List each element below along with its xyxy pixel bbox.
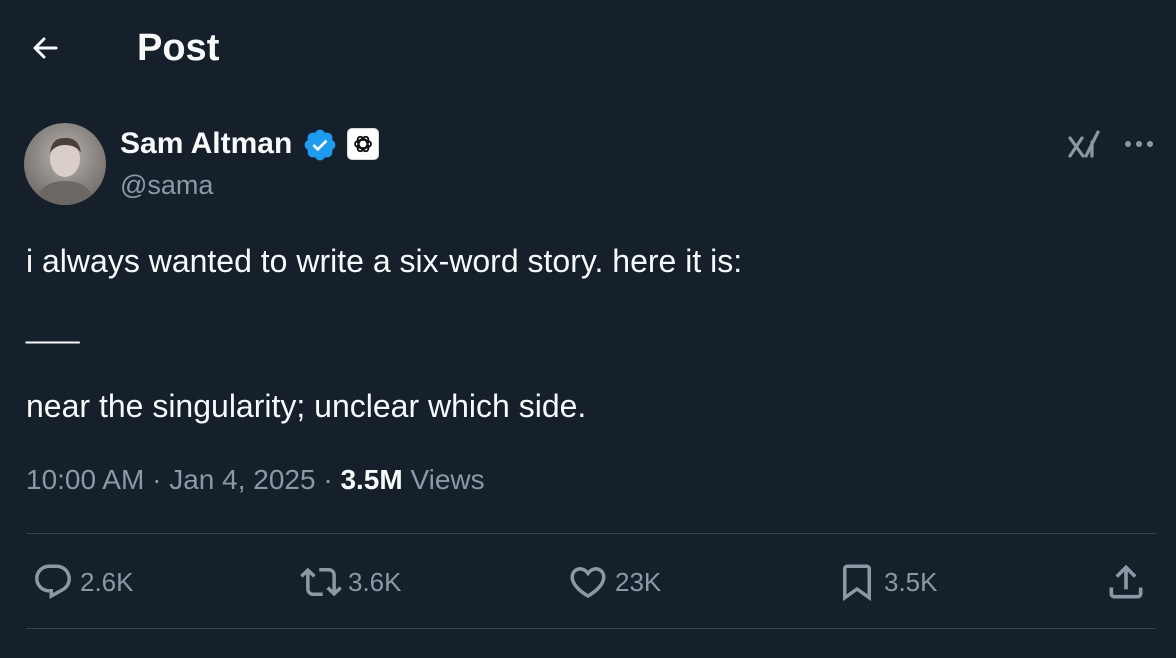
like-button[interactable]: 23K [567, 558, 661, 606]
arrow-left-icon [33, 37, 58, 59]
post-text-line-3: near the singularity; unclear which side… [26, 388, 587, 424]
reply-button[interactable]: 2.6K [32, 558, 134, 606]
affiliate-badge[interactable] [347, 128, 379, 160]
share-icon [1109, 564, 1143, 599]
avatar[interactable] [24, 123, 106, 205]
bookmark-button[interactable]: 3.5K [836, 558, 938, 606]
reply-icon [35, 564, 71, 599]
share-button[interactable] [1104, 560, 1148, 604]
repost-count: 3.6K [348, 567, 402, 597]
page-title: Post [137, 27, 220, 69]
meta-separator: · [144, 464, 170, 495]
author-handle[interactable]: @sama [120, 168, 213, 202]
grok-icon [1068, 130, 1100, 158]
heart-icon [570, 567, 606, 599]
verified-badge-icon [304, 129, 336, 161]
meta-separator: · [315, 464, 341, 495]
post-text-line-2: ___ [26, 308, 80, 344]
divider [26, 533, 1156, 534]
back-button[interactable] [26, 28, 66, 68]
more-horizontal-icon [1125, 141, 1153, 147]
openai-logo-icon [354, 135, 372, 153]
avatar-image [36, 137, 94, 205]
verified-badge[interactable] [302, 127, 338, 163]
post-time[interactable]: 10:00 AM [26, 464, 144, 495]
grok-button[interactable] [1064, 126, 1104, 162]
views-label: Views [402, 464, 485, 495]
more-options-button[interactable] [1121, 130, 1157, 158]
reply-count: 2.6K [80, 567, 134, 597]
bookmark-icon [843, 564, 871, 602]
author-name[interactable]: Sam Altman [120, 126, 292, 162]
repost-button[interactable]: 3.6K [300, 558, 402, 606]
post-text-line-1: i always wanted to write a six-word stor… [26, 243, 743, 279]
bookmark-count: 3.5K [884, 567, 938, 597]
post-metadata: 10:00 AM · Jan 4, 2025 · 3.5M Views [26, 462, 485, 498]
like-count: 23K [615, 567, 662, 597]
post-date[interactable]: Jan 4, 2025 [169, 464, 315, 495]
repost-icon [300, 567, 342, 597]
divider [26, 628, 1156, 629]
views-count: 3.5M [340, 464, 403, 495]
